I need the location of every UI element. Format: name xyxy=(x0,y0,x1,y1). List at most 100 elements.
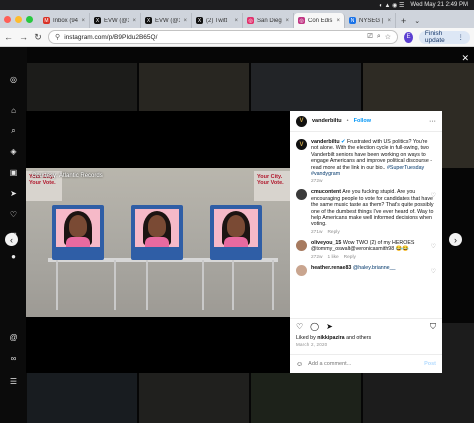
poster-text: Your City. Your Vote. xyxy=(257,174,284,186)
url-text[interactable]: instagram.com/p/B9PIdu2B65Q/ xyxy=(64,34,363,41)
more-options-icon[interactable]: ··· xyxy=(429,118,436,125)
comment-text[interactable]: @haley.brianne__ xyxy=(353,265,396,271)
back-arrow-icon[interactable]: ← xyxy=(4,32,13,42)
browser-tab[interactable]: X (2) Twitt × xyxy=(192,13,243,28)
comment-like-heart-icon[interactable]: ♡ xyxy=(431,192,436,199)
x-icon: X xyxy=(196,17,203,24)
tab-label: EVW (@1 xyxy=(104,17,130,24)
tab-close-icon[interactable]: × xyxy=(336,18,340,24)
comment-avatar[interactable] xyxy=(296,264,307,276)
comment-icon[interactable]: ◯ xyxy=(310,322,319,331)
x-icon: X xyxy=(94,17,101,24)
forward-arrow-icon[interactable]: → xyxy=(19,32,28,42)
comment-avatar[interactable] xyxy=(296,239,307,251)
comment-username[interactable]: oliveyou_15 xyxy=(311,240,341,246)
browser-tab-active[interactable]: ◎ Con Edis × xyxy=(294,13,345,28)
author-avatar[interactable]: V xyxy=(296,115,307,127)
new-tab-button[interactable]: + xyxy=(396,13,411,28)
comment-like-heart-icon[interactable]: ♡ xyxy=(431,268,436,275)
window-controls xyxy=(4,10,33,28)
voting-booth xyxy=(52,205,104,260)
close-icon[interactable]: ✕ xyxy=(461,53,469,64)
author-username[interactable]: vanderbiltu xyxy=(312,118,342,124)
close-window-button[interactable] xyxy=(4,15,11,23)
booth-screen xyxy=(135,209,179,247)
reload-icon[interactable]: ↻ xyxy=(34,32,42,43)
tab-close-icon[interactable]: × xyxy=(234,18,238,24)
explore-icon[interactable]: ◈ xyxy=(9,147,18,156)
comment-reply-button[interactable]: Reply xyxy=(344,255,356,260)
comment-meta: 271w Reply xyxy=(311,230,436,235)
reels-icon[interactable]: ▣ xyxy=(9,168,18,177)
add-comment-bar: ☺ Post xyxy=(290,354,442,373)
cast-icon[interactable]: ⎚ xyxy=(367,33,373,41)
follow-button[interactable]: Follow xyxy=(354,118,371,124)
browser-tab[interactable]: ◎ San Dieg × xyxy=(243,13,294,28)
tab-close-icon[interactable]: × xyxy=(285,18,289,24)
add-comment-input[interactable] xyxy=(308,361,420,367)
comment-reply-button[interactable]: Reply xyxy=(327,230,339,235)
site-info-icon[interactable]: ⚲ xyxy=(55,33,60,41)
instagram-icon[interactable]: ◎ xyxy=(9,75,18,84)
comment-text-block: oliveyou_15 Wow TWO (2) of my HEROES @to… xyxy=(311,240,436,253)
browser-tab[interactable]: N NYSEG | × xyxy=(345,13,396,28)
tab-close-icon[interactable]: × xyxy=(81,18,85,24)
liked-by-user[interactable]: nikkipazira xyxy=(317,335,344,341)
browser-tab[interactable]: X EVW (@1 × xyxy=(90,13,141,28)
comment-age: 272w xyxy=(311,254,323,260)
x-icon: X xyxy=(145,17,152,24)
caption-author-avatar[interactable]: V xyxy=(296,139,307,150)
caption-username[interactable]: vanderbiltu xyxy=(311,139,340,145)
heart-icon[interactable]: ♡ xyxy=(296,322,303,331)
address-bar[interactable]: ⚲ instagram.com/p/B9PIdu2B65Q/ ⎚ ⌕ ☆ xyxy=(48,30,399,44)
booth-leg xyxy=(146,260,148,310)
tab-list-chevron-icon[interactable]: ⌄ xyxy=(411,13,423,28)
vote-poster-right: Your City. Your Vote. xyxy=(254,171,290,201)
nyseg-tab-icon: N xyxy=(349,17,356,24)
voting-booth xyxy=(210,205,262,260)
comment-like-heart-icon[interactable]: ♡ xyxy=(431,243,436,250)
tab-label: San Dieg xyxy=(257,17,282,24)
share-icon[interactable]: ➤ xyxy=(326,322,333,331)
home-icon[interactable]: ⌂ xyxy=(9,106,18,115)
notifications-icon[interactable]: ♡ xyxy=(9,210,18,219)
search-icon[interactable]: ⌕ xyxy=(9,126,18,135)
post-comment-button[interactable]: Post xyxy=(424,361,436,367)
messages-icon[interactable]: ➤ xyxy=(9,189,18,198)
threads-icon[interactable]: @ xyxy=(9,333,18,342)
next-post-chevron-icon[interactable]: › xyxy=(449,233,462,246)
post-side-panel: V vanderbiltu • Follow ··· V vanderbiltu… xyxy=(290,111,442,373)
comment-avatar[interactable] xyxy=(296,189,307,201)
emoji-icon[interactable]: ☺ xyxy=(296,361,303,368)
tab-close-icon[interactable]: × xyxy=(183,18,187,24)
profile-icon[interactable]: ● xyxy=(9,252,18,261)
previous-post-chevron-icon[interactable]: ‹ xyxy=(5,233,18,246)
finish-update-label: Finish update xyxy=(424,30,445,44)
profile-avatar[interactable]: E xyxy=(404,31,413,43)
tab-label: EVW (@1 xyxy=(155,17,181,24)
booth-leg xyxy=(272,260,274,310)
browser-toolbar: ← → ↻ ⚲ instagram.com/p/B9PIdu2B65Q/ ⎚ ⌕… xyxy=(0,28,474,47)
browser-tab[interactable]: M Inbox (94 × xyxy=(39,13,90,28)
browser-tab[interactable]: X EVW (@1 × xyxy=(141,13,192,28)
comment-username[interactable]: cmucontent xyxy=(311,189,341,195)
bookmark-icon[interactable]: ⛉ xyxy=(430,322,436,332)
tab-close-icon[interactable]: × xyxy=(387,18,391,24)
portrait-shirt xyxy=(145,237,169,247)
more-vert-icon: ⋮ xyxy=(457,34,465,41)
comment-username[interactable]: heather.renae83 xyxy=(311,265,351,271)
zoom-window-button[interactable] xyxy=(26,15,33,23)
minimize-window-button[interactable] xyxy=(15,15,22,23)
instagram-tab-icon: ◎ xyxy=(247,17,254,24)
bookmark-star-icon[interactable]: ☆ xyxy=(385,33,391,41)
finish-update-button[interactable]: Finish update ⋮ xyxy=(418,30,470,44)
liked-by-suffix[interactable]: and others xyxy=(346,335,371,341)
post-media[interactable]: Your City. Your Vote. Your City. Your Vo… xyxy=(26,111,290,373)
meta-icon[interactable]: ∞ xyxy=(9,354,18,363)
menu-icon[interactable]: ☰ xyxy=(9,377,18,386)
comment-likes: 1 like xyxy=(327,254,339,260)
comments-list[interactable]: V vanderbiltu ✔ Frustrated with US polit… xyxy=(290,134,442,316)
tab-close-icon[interactable]: × xyxy=(132,18,136,24)
zoom-icon[interactable]: ⌕ xyxy=(377,33,381,41)
booth-leg xyxy=(114,260,116,310)
